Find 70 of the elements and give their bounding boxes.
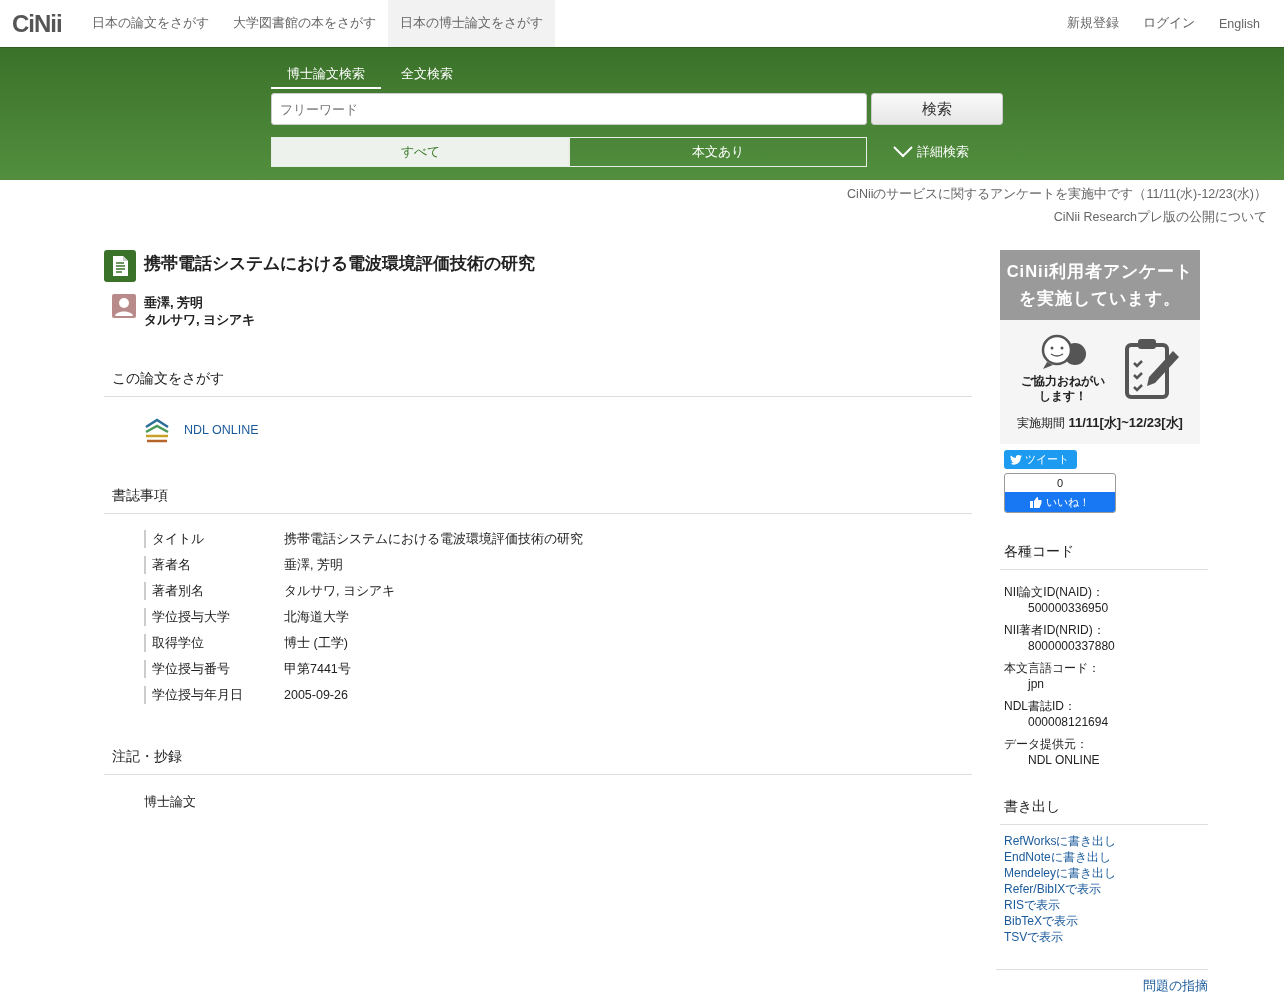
nav-link[interactable]: 日本の論文をさがす xyxy=(79,0,221,47)
note-text: 博士論文 xyxy=(144,793,197,811)
nav-link[interactable]: 大学図書館の本をさがす xyxy=(220,0,388,47)
export-link[interactable]: RISで表示 xyxy=(1004,897,1204,913)
field-label: 著者別名 xyxy=(144,582,284,600)
header-link[interactable]: ログイン xyxy=(1143,15,1195,32)
banner-caption: ご協力おねがいします！ xyxy=(1020,374,1106,404)
like-count: 0 xyxy=(1055,476,1065,491)
article-title: 携帯電話システムにおける電波環境評価技術の研究 xyxy=(144,253,535,275)
survey-period: 実施期間 11/11[水]~12/23[水] xyxy=(1016,414,1184,432)
nav-link[interactable]: 日本の博士論文をさがす xyxy=(387,0,555,47)
field-label: 著者名 xyxy=(144,556,284,574)
export-link[interactable]: Refer/BibIXで表示 xyxy=(1004,881,1204,897)
header-link[interactable]: 新規登録 xyxy=(1067,15,1119,32)
layers-logo-icon xyxy=(144,417,170,443)
advanced-search-link[interactable]: 詳細検索 xyxy=(917,143,969,161)
code-label: NII論文ID(NAID)： xyxy=(1004,584,1105,600)
code-label: データ提供元： xyxy=(1004,736,1089,752)
section-heading: この論文をさがす xyxy=(104,370,972,397)
field-label: 学位授与年月日 xyxy=(144,686,284,704)
export-link[interactable]: EndNoteに書き出し xyxy=(1004,849,1204,865)
sidebar-heading: 書き出し xyxy=(1000,798,1208,825)
field-value: 垂澤, 芳明 xyxy=(284,557,343,574)
thumbs-up-icon xyxy=(1030,496,1042,508)
code-label: NII著者ID(NRID)： xyxy=(1004,622,1106,638)
field-value: 携帯電話システムにおける電波環境評価技術の研究 xyxy=(284,531,583,548)
code-label: 本文言語コード： xyxy=(1004,660,1101,676)
report-link[interactable]: 問題の指摘 xyxy=(1143,979,1208,993)
document-icon xyxy=(104,250,136,282)
code-label: NDL書誌ID： xyxy=(1004,698,1077,714)
export-link[interactable]: Mendeleyに書き出し xyxy=(1004,865,1204,881)
ndl-online-link[interactable]: NDL ONLINE xyxy=(184,423,259,437)
field-value: 2005-09-26 xyxy=(284,687,348,704)
code-value: jpn xyxy=(1026,676,1045,692)
export-link[interactable]: TSVで表示 xyxy=(1004,929,1204,945)
field-value: 北海道大学 xyxy=(284,609,349,626)
field-label: 学位授与番号 xyxy=(144,660,284,678)
field-value: タルサワ, ヨシアキ xyxy=(284,583,395,600)
notice-link[interactable]: CiNii Researchプレ版の公開について xyxy=(1053,209,1267,226)
search-button[interactable]: 検索 xyxy=(871,93,1003,125)
search-field[interactable]: フリーワード xyxy=(271,93,867,125)
filter-toggle[interactable]: すべて xyxy=(271,137,569,167)
author-kana: タルサワ, ヨシアキ xyxy=(144,311,256,328)
field-label: 学位授与大学 xyxy=(144,608,284,626)
field-label: タイトル xyxy=(144,530,284,548)
like-button[interactable]: いいね！ xyxy=(1005,492,1115,512)
section-heading: 書誌事項 xyxy=(104,487,972,514)
code-value: NDL ONLINE xyxy=(1027,752,1101,768)
chevron-down-icon[interactable] xyxy=(893,146,913,158)
bird-icon xyxy=(1010,454,1022,465)
section-heading: 注記・抄録 xyxy=(104,748,972,775)
notice-link[interactable]: CiNiiのサービスに関するアンケートを実施中です（11/11(水)-12/23(水)） xyxy=(847,186,1267,203)
field-value: 甲第7441号 xyxy=(284,661,351,678)
code-value: 000008121694 xyxy=(1027,714,1110,730)
sidebar-heading: 各種コード xyxy=(1000,543,1208,570)
field-label: 取得学位 xyxy=(144,634,284,652)
code-value: 8000000337880 xyxy=(1027,638,1116,654)
search-tab[interactable]: 全文検索 xyxy=(385,62,469,89)
survey-banner[interactable]: CiNii利用者アンケートを実施しています。 ご協力おねがいします！ 実施期間 11/11[水]~12/23[水] xyxy=(1000,250,1200,444)
code-value: 500000336950 xyxy=(1027,600,1110,616)
export-link[interactable]: BibTeXで表示 xyxy=(1004,913,1204,929)
avatar-icon xyxy=(112,294,136,318)
filter-toggle[interactable]: 本文あり xyxy=(569,137,867,167)
field-value: 博士 (工学) xyxy=(284,635,348,652)
export-link[interactable]: RefWorksに書き出し xyxy=(1004,833,1204,849)
author-name: 垂澤, 芳明 xyxy=(144,294,205,311)
site-logo[interactable]: CiNii xyxy=(12,9,62,38)
search-tab[interactable]: 博士論文検索 xyxy=(271,62,381,89)
banner-heading: CiNii利用者アンケートを実施しています。 xyxy=(1000,250,1200,320)
header-link[interactable]: English xyxy=(1219,16,1260,31)
